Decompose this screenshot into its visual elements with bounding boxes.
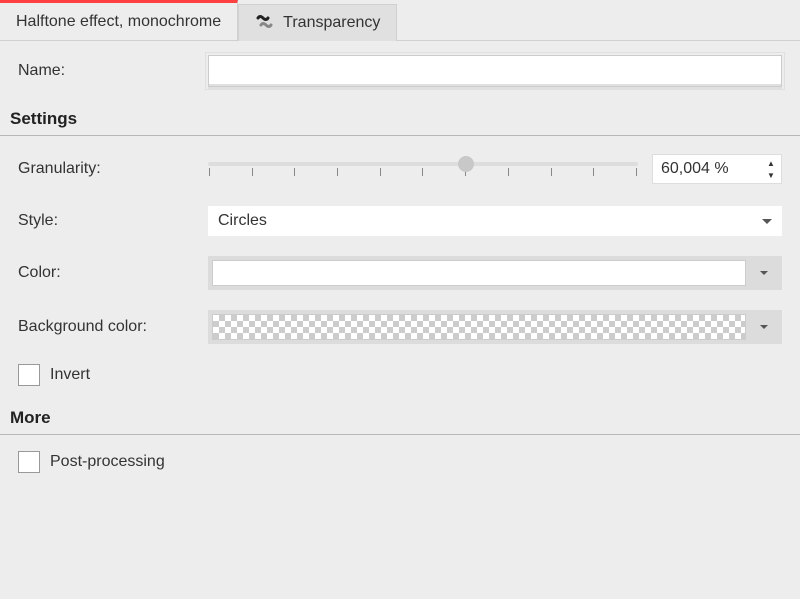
invert-label: Invert [50, 366, 90, 384]
postprocessing-checkbox[interactable] [18, 451, 40, 473]
invert-row: Invert [0, 354, 800, 396]
spinner-up-button[interactable]: ▲ [763, 158, 779, 169]
name-input[interactable] [208, 55, 782, 87]
granularity-value: 60,004 % [661, 160, 729, 178]
chevron-down-icon [760, 271, 768, 275]
style-row: Style: Circles [0, 196, 800, 246]
style-label: Style: [18, 212, 208, 230]
name-row: Name: [0, 45, 800, 97]
color-picker [208, 256, 782, 290]
postprocessing-row: Post-processing [0, 441, 800, 483]
bgcolor-picker [208, 310, 782, 344]
postprocessing-label: Post-processing [50, 453, 165, 471]
tab-bar: Halftone effect, monochrome Transparency [0, 0, 800, 41]
name-label: Name: [18, 62, 208, 80]
chevron-down-icon [762, 219, 772, 224]
color-label: Color: [18, 264, 208, 282]
bgcolor-swatch[interactable] [212, 314, 746, 340]
tab-label: Transparency [283, 14, 380, 32]
spinner-down-button[interactable]: ▼ [763, 170, 779, 181]
granularity-slider[interactable] [208, 152, 638, 186]
slider-thumb[interactable] [458, 156, 474, 172]
section-settings: Settings [0, 97, 800, 136]
color-dropdown-button[interactable] [750, 260, 778, 286]
style-value: Circles [218, 212, 267, 230]
panel-content: Name: Settings Granularity: 60,004 % ▲ ▼ [0, 41, 800, 483]
bgcolor-row: Background color: [0, 300, 800, 354]
tab-transparency[interactable]: Transparency [238, 4, 397, 41]
chevron-down-icon [760, 325, 768, 329]
tab-halftone-monochrome[interactable]: Halftone effect, monochrome [0, 0, 238, 40]
section-more: More [0, 396, 800, 435]
transparency-icon [255, 15, 275, 31]
granularity-row: Granularity: 60,004 % ▲ ▼ [0, 142, 800, 196]
bgcolor-label: Background color: [18, 318, 208, 336]
granularity-spinner[interactable]: 60,004 % ▲ ▼ [652, 154, 782, 184]
tab-label: Halftone effect, monochrome [16, 13, 221, 31]
granularity-label: Granularity: [18, 160, 208, 178]
style-select[interactable]: Circles [208, 206, 782, 236]
color-row: Color: [0, 246, 800, 300]
slider-ticks [208, 168, 638, 176]
granularity-control: 60,004 % ▲ ▼ [208, 152, 782, 186]
color-swatch[interactable] [212, 260, 746, 286]
invert-checkbox[interactable] [18, 364, 40, 386]
bgcolor-dropdown-button[interactable] [750, 314, 778, 340]
